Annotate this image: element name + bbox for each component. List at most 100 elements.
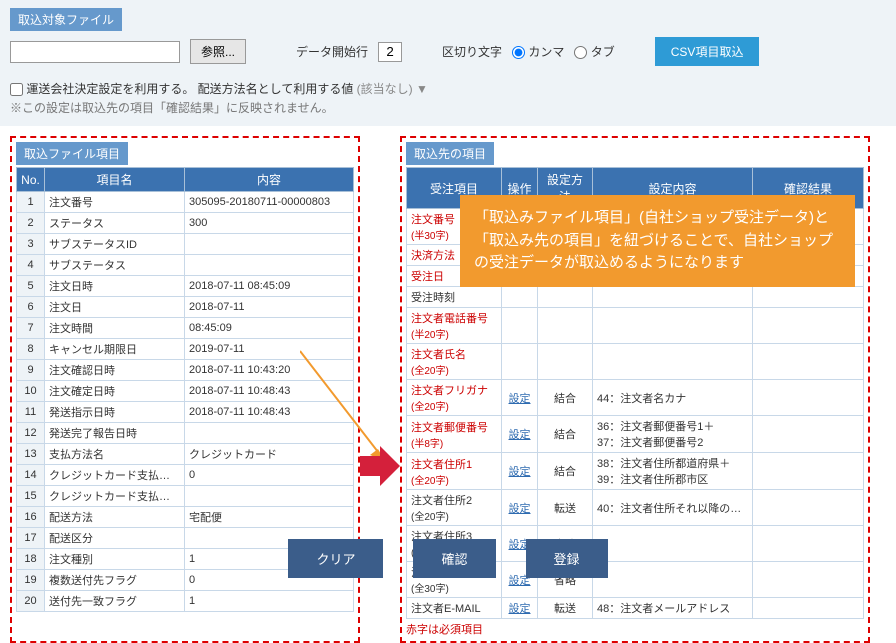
register-button[interactable]: 登録 (526, 539, 608, 578)
op-cell: 設定 (502, 490, 538, 526)
required-footnote: 赤字は必須項目 (406, 621, 864, 637)
table-row: 注文者E-MAIL設定転送48：注文者メールアドレス (407, 598, 864, 619)
table-row: 注文者氏名(全20字) (407, 344, 864, 380)
row-name: 注文確定日時 (45, 381, 185, 402)
method-cell (538, 287, 593, 308)
confirm-button[interactable]: 確認 (413, 539, 495, 578)
result-cell (753, 598, 864, 619)
result-cell (753, 490, 864, 526)
transfer-big-arrow-icon (360, 446, 400, 486)
config-link[interactable]: 設定 (509, 503, 531, 515)
method-cell (538, 344, 593, 380)
content-cell: 44：注文者名カナ (593, 380, 753, 416)
config-link[interactable]: 設定 (509, 393, 531, 405)
result-cell (753, 344, 864, 380)
table-row: 7注文時間08:45:09 (17, 318, 354, 339)
row-name: 支払方法名 (45, 444, 185, 465)
result-cell (753, 287, 864, 308)
row-no: 13 (17, 444, 45, 465)
shipping-checkbox[interactable] (10, 83, 23, 96)
row-name: 発送指示日時 (45, 402, 185, 423)
row-val: クレジットカード (185, 444, 354, 465)
config-row: 参照... データ開始行 区切り文字 カンマ タブ CSV項目取込 (10, 37, 886, 66)
row-no: 14 (17, 465, 45, 486)
method-cell (538, 308, 593, 344)
row-name: 発送完了報告日時 (45, 423, 185, 444)
row-name: サブステータスID (45, 234, 185, 255)
browse-button[interactable]: 参照... (190, 39, 246, 64)
item-cell: 注文者フリガナ(全20字) (407, 380, 502, 416)
row-no: 3 (17, 234, 45, 255)
table-row: 12発送完了報告日時 (17, 423, 354, 444)
table-row: 受注時刻 (407, 287, 864, 308)
row-val (185, 423, 354, 444)
row-val: 300 (185, 213, 354, 234)
content-cell: 48：注文者メールアドレス (593, 598, 753, 619)
row-name: 注文日時 (45, 276, 185, 297)
config-link[interactable]: 設定 (509, 429, 531, 441)
op-cell: 設定 (502, 416, 538, 453)
content-cell (593, 287, 753, 308)
item-cell: 注文者E-MAIL (407, 598, 502, 619)
method-cell: 結合 (538, 416, 593, 453)
file-path-input[interactable] (10, 41, 180, 63)
row-no: 9 (17, 360, 45, 381)
row-val: 305095-20180711-00000803 (185, 192, 354, 213)
col-header: 項目名 (45, 168, 185, 192)
content-cell: 40：注文者住所それ以降の住所 (593, 490, 753, 526)
item-cell: 受注時刻 (407, 287, 502, 308)
table-row: 15クレジットカード支払い回数 (17, 486, 354, 507)
data-start-input[interactable] (378, 42, 402, 62)
table-row: 注文者郵便番号(半8字)設定結合36：注文者郵便番号1＋37：注文者郵便番号2 (407, 416, 864, 453)
table-row: 10注文確定日時2018-07-11 10:48:43 (17, 381, 354, 402)
table-row: 3サブステータスID (17, 234, 354, 255)
col-header: 内容 (185, 168, 354, 192)
op-cell: 設定 (502, 453, 538, 490)
row-name: 注文日 (45, 297, 185, 318)
table-row: 2ステータス300 (17, 213, 354, 234)
checkbox-suffix: (該当なし) (357, 82, 413, 96)
row-val (185, 234, 354, 255)
clear-button[interactable]: クリア (288, 539, 383, 578)
row-no: 2 (17, 213, 45, 234)
row-name: クレジットカード支払い方法 (45, 465, 185, 486)
row-no: 1 (17, 192, 45, 213)
shipping-checkbox-label[interactable]: 運送会社決定設定を利用する。 配送方法名として利用する値 (10, 82, 353, 96)
item-cell: 注文者氏名(全20字) (407, 344, 502, 380)
item-cell: 注文者郵便番号(半8字) (407, 416, 502, 453)
config-link[interactable]: 設定 (509, 466, 531, 478)
content-cell (593, 344, 753, 380)
table-row: 注文者住所1(全20字)設定結合38：注文者住所都道府県＋39：注文者住所郡市区 (407, 453, 864, 490)
row-name: 配送方法 (45, 507, 185, 528)
section-title: 取込対象ファイル (10, 8, 122, 31)
col-header: No. (17, 168, 45, 192)
data-start-label: データ開始行 (296, 43, 368, 60)
row-name: サブステータス (45, 255, 185, 276)
item-cell: 注文者住所2(全20字) (407, 490, 502, 526)
row-name: 送付先一致フラグ (45, 591, 185, 612)
result-cell (753, 380, 864, 416)
table-row: 11発送指示日時2018-07-11 10:48:43 (17, 402, 354, 423)
config-row-2: 運送会社決定設定を利用する。 配送方法名として利用する値 (該当なし) ▼ ※こ… (10, 80, 886, 116)
row-no: 16 (17, 507, 45, 528)
radio-comma-label[interactable]: カンマ (512, 43, 564, 60)
table-row: 8キャンセル期限日2019-07-11 (17, 339, 354, 360)
row-no: 15 (17, 486, 45, 507)
op-cell (502, 287, 538, 308)
op-cell: 設定 (502, 380, 538, 416)
table-row: 注文者電話番号(半20字) (407, 308, 864, 344)
content-cell (593, 308, 753, 344)
radio-tab-label[interactable]: タブ (574, 43, 614, 60)
config-link[interactable]: 設定 (509, 603, 531, 615)
radio-comma[interactable] (512, 46, 525, 59)
help-callout: 「取込みファイル項目」(自社ショップ受注データ)と「取込み先の項目」を紐づけるこ… (460, 195, 855, 287)
table-row: 14クレジットカード支払い方法0 (17, 465, 354, 486)
radio-tab[interactable] (574, 46, 587, 59)
row-name: 注文確認日時 (45, 360, 185, 381)
row-name: クレジットカード支払い回数 (45, 486, 185, 507)
item-cell: 注文者電話番号(半20字) (407, 308, 502, 344)
target-table-title: 取込先の項目 (406, 142, 494, 165)
csv-import-button[interactable]: CSV項目取込 (655, 37, 760, 66)
bottom-button-bar: クリア 確認 登録 (0, 539, 896, 578)
content-cell: 38：注文者住所都道府県＋39：注文者住所郡市区 (593, 453, 753, 490)
